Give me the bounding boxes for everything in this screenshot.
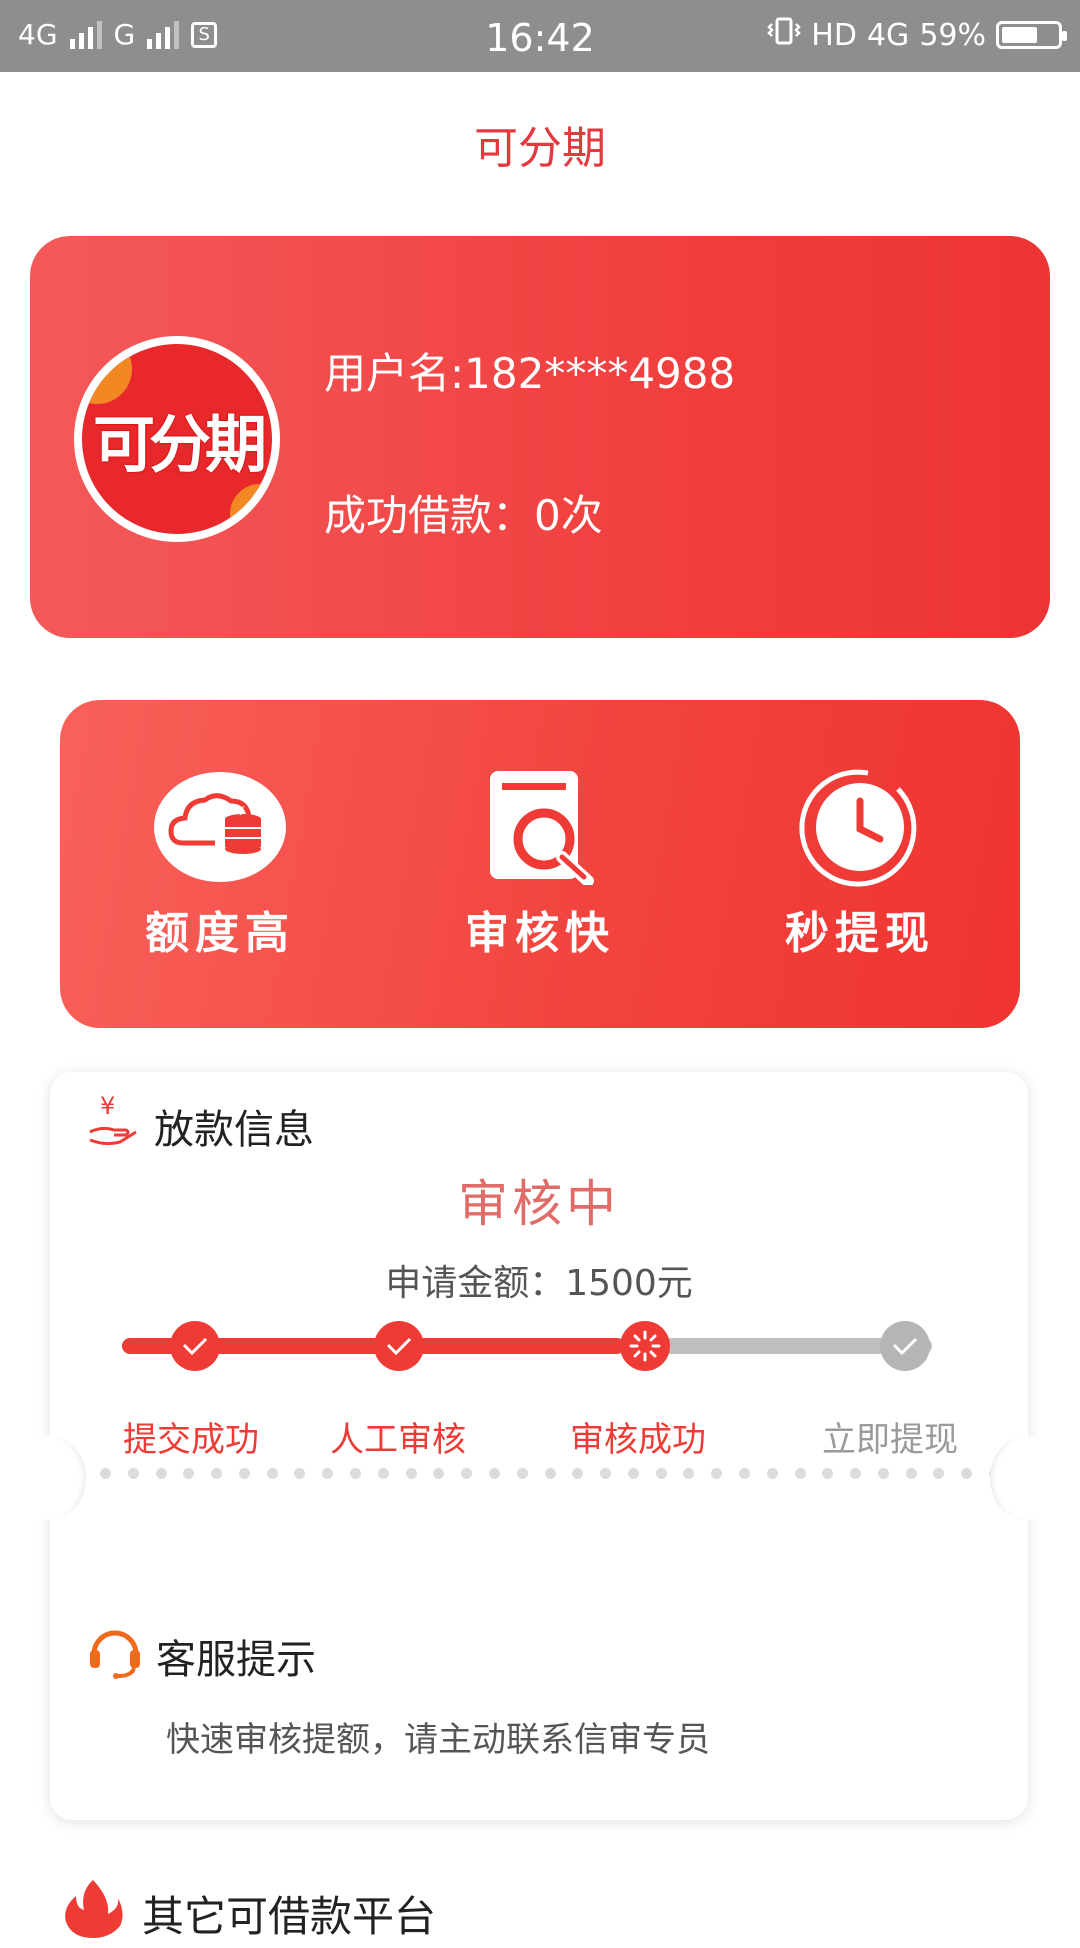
avatar[interactable]: 可分期 [74,336,280,542]
divider-dot [877,1468,889,1479]
feature-high-limit: ¥ 额度高 [105,767,335,961]
divider-dot [183,1468,195,1479]
divider-dot [405,1468,417,1479]
avatar-text: 可分期 [92,408,267,481]
loan-info-card: ¥ 放款信息 审核中 申请金额：1500元 提交成功 人工审核 审核成功 立即提… [50,1072,1028,1820]
divider-dot [100,1468,111,1479]
divider-dot [516,1468,528,1479]
divider-dot [238,1468,250,1479]
support-text: 快速审核提额，请主动联系信审专员 [166,1720,710,1760]
profile-card: 可分期 用户名:182****4988 成功借款：0次 [30,236,1050,638]
battery-icon [996,21,1067,49]
divider-dot [294,1468,306,1479]
other-platforms-title: 其它可借款平台 [142,1891,437,1941]
divider-dot [433,1468,445,1479]
step-label: 立即提现 [822,1420,958,1460]
status-bar: 4G G S 16:42 HD 4G 59% [0,0,1080,72]
divider-dot [822,1468,834,1479]
flame-icon [60,1878,126,1948]
support-title: 客服提示 [156,1637,316,1683]
divider-dot [211,1468,223,1479]
features-card: ¥ 额度高 审核快 秒提现 [60,700,1020,1028]
divider-dot [377,1468,389,1479]
cloud-coins-icon: ¥ [152,767,288,887]
vibrate-icon [767,16,802,54]
step-loading-icon [620,1321,670,1371]
svg-text:¥: ¥ [237,804,245,818]
divider-dot [933,1468,945,1479]
loan-info-title: 放款信息 [154,1107,314,1153]
divider-dot [850,1468,862,1479]
divider-dot [961,1468,973,1479]
other-platforms-header: 其它可借款平台 [60,1878,436,1948]
step-label: 审核成功 [570,1420,706,1460]
feature-label: 额度高 [145,908,295,959]
ticket-notch-left [14,1436,86,1520]
divider-dot [155,1468,167,1479]
page-title: 可分期 [474,123,606,174]
document-search-icon [472,767,608,887]
feature-fast-review: 审核快 [425,767,655,961]
divider-dot [461,1468,473,1479]
step-check-icon [170,1321,220,1371]
divider-dot [738,1468,750,1479]
profile-username: 用户名:182****4988 [324,349,736,398]
feature-label: 秒提现 [785,908,935,959]
step-check-icon [880,1321,930,1371]
divider-dot [350,1468,362,1479]
hand-yen-icon: ¥ [86,1092,142,1160]
divider-dot [322,1468,334,1479]
profile-loan-count: 成功借款：0次 [324,491,603,540]
battery-percent: 59% [919,17,986,53]
divider-dot [711,1468,723,1479]
divider-dot [600,1468,612,1479]
feature-label: 审核快 [465,908,615,959]
feature-instant-cash: 秒提现 [745,767,975,961]
divider-dot [544,1468,556,1479]
hd-label: HD [811,17,857,53]
step-check-icon [374,1321,424,1371]
dotted-divider [100,1468,1000,1479]
divider-dot [794,1468,806,1479]
loan-amount: 申请金额：1500元 [385,1263,693,1304]
progress-track [122,1321,932,1371]
step-label: 人工审核 [330,1420,466,1460]
support-header: 客服提示 [86,1622,316,1690]
svg-text:¥: ¥ [100,1092,115,1120]
loan-info-header: ¥ 放款信息 [86,1092,314,1160]
clock-icon [792,767,928,887]
divider-dot [572,1468,584,1479]
divider-dot [266,1468,278,1479]
divider-dot [627,1468,639,1479]
divider-dot [766,1468,778,1479]
divider-dot [488,1468,500,1479]
ticket-notch-right [990,1436,1062,1520]
divider-dot [683,1468,695,1479]
status-right: HD 4G 59% [767,16,1067,54]
step-label: 提交成功 [123,1420,259,1460]
divider-dot [127,1468,139,1479]
divider-dot [655,1468,667,1479]
network-label-3: 4G [866,17,910,53]
headset-icon [86,1622,144,1690]
divider-dot [905,1468,917,1479]
loan-status: 审核中 [458,1175,620,1233]
